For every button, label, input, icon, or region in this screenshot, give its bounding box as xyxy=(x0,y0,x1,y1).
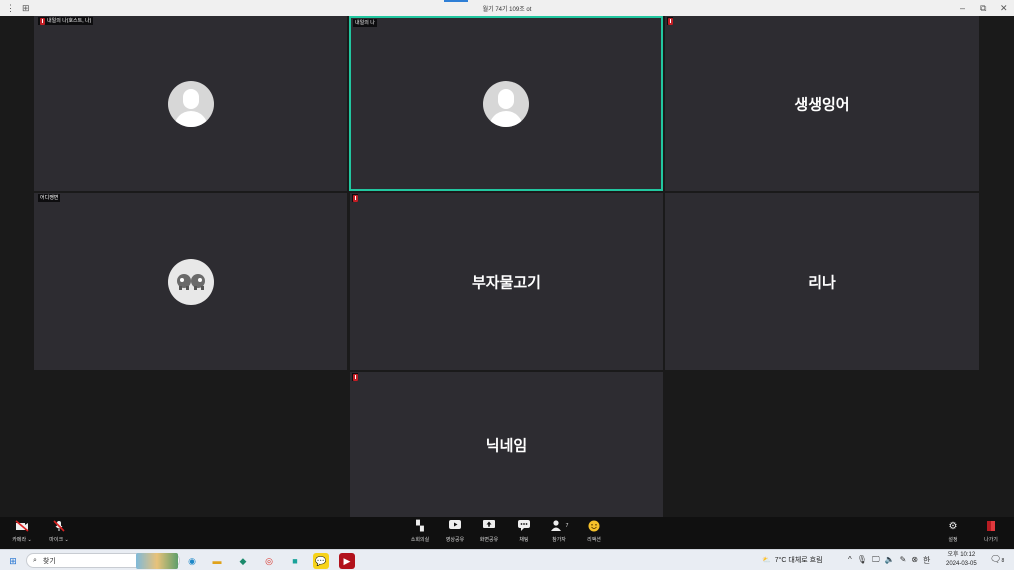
chat-button[interactable]: 채팅 xyxy=(507,520,541,543)
screen-share-icon xyxy=(472,520,506,533)
chat-icon xyxy=(507,520,541,533)
microphone-icon[interactable]: 🎙 xyxy=(857,555,867,566)
kakaotalk-icon[interactable]: 💬 xyxy=(313,553,329,569)
default-avatar-icon xyxy=(483,80,529,127)
mic-muted-icon xyxy=(40,17,45,25)
minimize-icon[interactable]: – xyxy=(960,2,965,14)
participant-nickname: 닉네임 xyxy=(485,437,528,454)
participant-tile[interactable]: 내일의 나(호스트, 나) xyxy=(34,16,347,191)
gear-icon: ⚙ xyxy=(948,521,958,532)
participant-name: 어디쨍변 xyxy=(40,195,59,201)
participant-tile[interactable]: 닉네임 xyxy=(350,372,663,517)
video-app-icon[interactable]: ■ xyxy=(287,553,303,569)
system-tray: ^ 🎙 🖵 🔈 ✎ ⊗ 한 xyxy=(848,555,930,566)
exit-door-icon xyxy=(974,520,1008,533)
video-share-label: 영상공유 xyxy=(445,537,465,543)
reaction-button[interactable]: 리액션 xyxy=(577,520,611,543)
default-avatar-icon xyxy=(167,80,214,127)
leave-label: 나가기 xyxy=(984,537,998,543)
breakout-button[interactable]: ▚ 소회의실 xyxy=(403,520,437,543)
sheep-avatar-icon xyxy=(167,258,214,305)
mic-muted-icon xyxy=(667,17,673,25)
taskbar: ⊞ ⌕ 찾기 ◉ ▬ ◆ ◎ ■ 💬 ▶ ⛅ 7°C 대체로 흐림 ^ 🎙 🖵 … xyxy=(0,549,1014,570)
participant-label: 내일의 나(호스트, 나) xyxy=(38,17,94,25)
chrome-icon[interactable]: ◎ xyxy=(261,553,277,569)
mic-muted-badge xyxy=(667,17,673,25)
screen-share-label: 화면공유 xyxy=(479,537,499,543)
weather-text: 7°C 대체로 흐림 xyxy=(774,557,823,564)
settings-button[interactable]: ⚙ 설정 xyxy=(936,520,970,543)
camera-button[interactable]: 카메라 ⌄ xyxy=(5,520,39,543)
settings-label: 설정 xyxy=(948,537,958,543)
meeting-control-bar: 카메라 ⌄ 마이크 ⌄ ▚ 소회의실 영상공유 화면공유 채팅 7 참가자 리액… xyxy=(0,517,1014,549)
leave-button[interactable]: 나가기 xyxy=(974,520,1008,543)
participants-label: 참가자 xyxy=(552,537,566,543)
folder-icon[interactable]: ▬ xyxy=(209,553,225,569)
title-bar: ⋮ ⊞ 월기 74기 109조 ot – ⧉ ✕ xyxy=(0,0,1014,16)
participant-name: 내일의 나(호스트, 나) xyxy=(47,18,92,24)
title-accent xyxy=(444,0,468,2)
close-icon[interactable]: ✕ xyxy=(1000,2,1008,14)
participant-nickname: 리나 xyxy=(808,274,836,291)
clock[interactable]: 오후 10:12 2024-03-05 xyxy=(946,551,977,569)
participant-nickname: 부자물고기 xyxy=(471,274,541,291)
participant-tile[interactable]: 어디쨍변 xyxy=(34,193,347,370)
mic-muted-icon xyxy=(352,373,358,381)
participant-name: 내일의 나 xyxy=(355,20,375,26)
search-placeholder: 찾기 xyxy=(42,557,56,565)
edge-icon[interactable]: ◉ xyxy=(184,553,200,569)
participants-button[interactable]: 7 참가자 xyxy=(542,520,576,543)
mic-muted-badge xyxy=(352,373,358,381)
breakout-room-icon: ▚ xyxy=(416,521,424,532)
chevron-down-icon[interactable]: ⌄ xyxy=(65,537,69,543)
chevron-down-icon[interactable]: ⌄ xyxy=(28,537,32,543)
mic-label: 마이크 xyxy=(49,537,64,543)
search-icon: ⌕ xyxy=(33,556,37,564)
pen-icon[interactable]: ✎ xyxy=(900,555,907,566)
video-share-button[interactable]: 영상공유 xyxy=(438,520,472,543)
camera-label: 카메라 xyxy=(12,537,27,543)
participant-label: 내일의 나 xyxy=(353,19,377,27)
restore-icon[interactable]: ⧉ xyxy=(980,2,986,14)
smile-icon xyxy=(577,520,611,533)
mic-muted-badge xyxy=(352,194,358,202)
participant-label: 어디쨍변 xyxy=(38,194,61,202)
breakout-label: 소회의실 xyxy=(410,537,430,543)
participant-tile[interactable]: 생생잉어 xyxy=(665,16,979,191)
network-icon[interactable]: 🖵 xyxy=(872,555,880,566)
participant-tile[interactable]: 부자물고기 xyxy=(350,193,663,370)
participant-nickname: 생생잉어 xyxy=(794,96,850,113)
app-red-icon[interactable]: ▶ xyxy=(339,553,355,569)
chat-label: 채팅 xyxy=(519,537,529,543)
search-highlight-image[interactable] xyxy=(136,553,178,569)
camera-off-icon xyxy=(5,520,39,533)
clock-time: 오후 10:12 xyxy=(947,552,976,558)
window-title: 월기 74기 109조 ot xyxy=(482,7,532,13)
mic-button[interactable]: 마이크 ⌄ xyxy=(42,520,76,543)
participants-count: 7 xyxy=(565,523,569,529)
youtube-icon xyxy=(438,520,472,533)
app-icon[interactable]: ◆ xyxy=(235,553,251,569)
clock-date: 2024-03-05 xyxy=(946,561,977,567)
video-stage: 내일의 나(호스트, 나) 내일의 나 생생잉어 어디쨍변 부자물고기 리나 닉… xyxy=(0,16,1014,517)
participants-icon: 7 xyxy=(542,520,576,533)
mic-muted-icon xyxy=(352,194,358,202)
mic-off-icon xyxy=(42,520,76,533)
reaction-label: 리액션 xyxy=(587,537,601,543)
notification-count: 8 xyxy=(1001,558,1005,564)
notification-icon[interactable]: 🗨8 xyxy=(990,554,1004,565)
chevron-up-icon[interactable]: ^ xyxy=(848,555,852,566)
close-circle-icon[interactable]: ⊗ xyxy=(911,555,918,566)
weather-widget[interactable]: ⛅ 7°C 대체로 흐림 xyxy=(762,555,823,565)
participant-tile[interactable]: 리나 xyxy=(665,193,979,370)
ime-indicator[interactable]: 한 xyxy=(923,555,930,566)
cloudy-icon: ⛅ xyxy=(762,557,771,564)
screen-share-button[interactable]: 화면공유 xyxy=(472,520,506,543)
speaker-icon[interactable]: 🔈 xyxy=(885,555,895,566)
windows-start-icon[interactable]: ⊞ xyxy=(5,553,21,569)
participant-tile-active[interactable]: 내일의 나 xyxy=(349,16,663,191)
